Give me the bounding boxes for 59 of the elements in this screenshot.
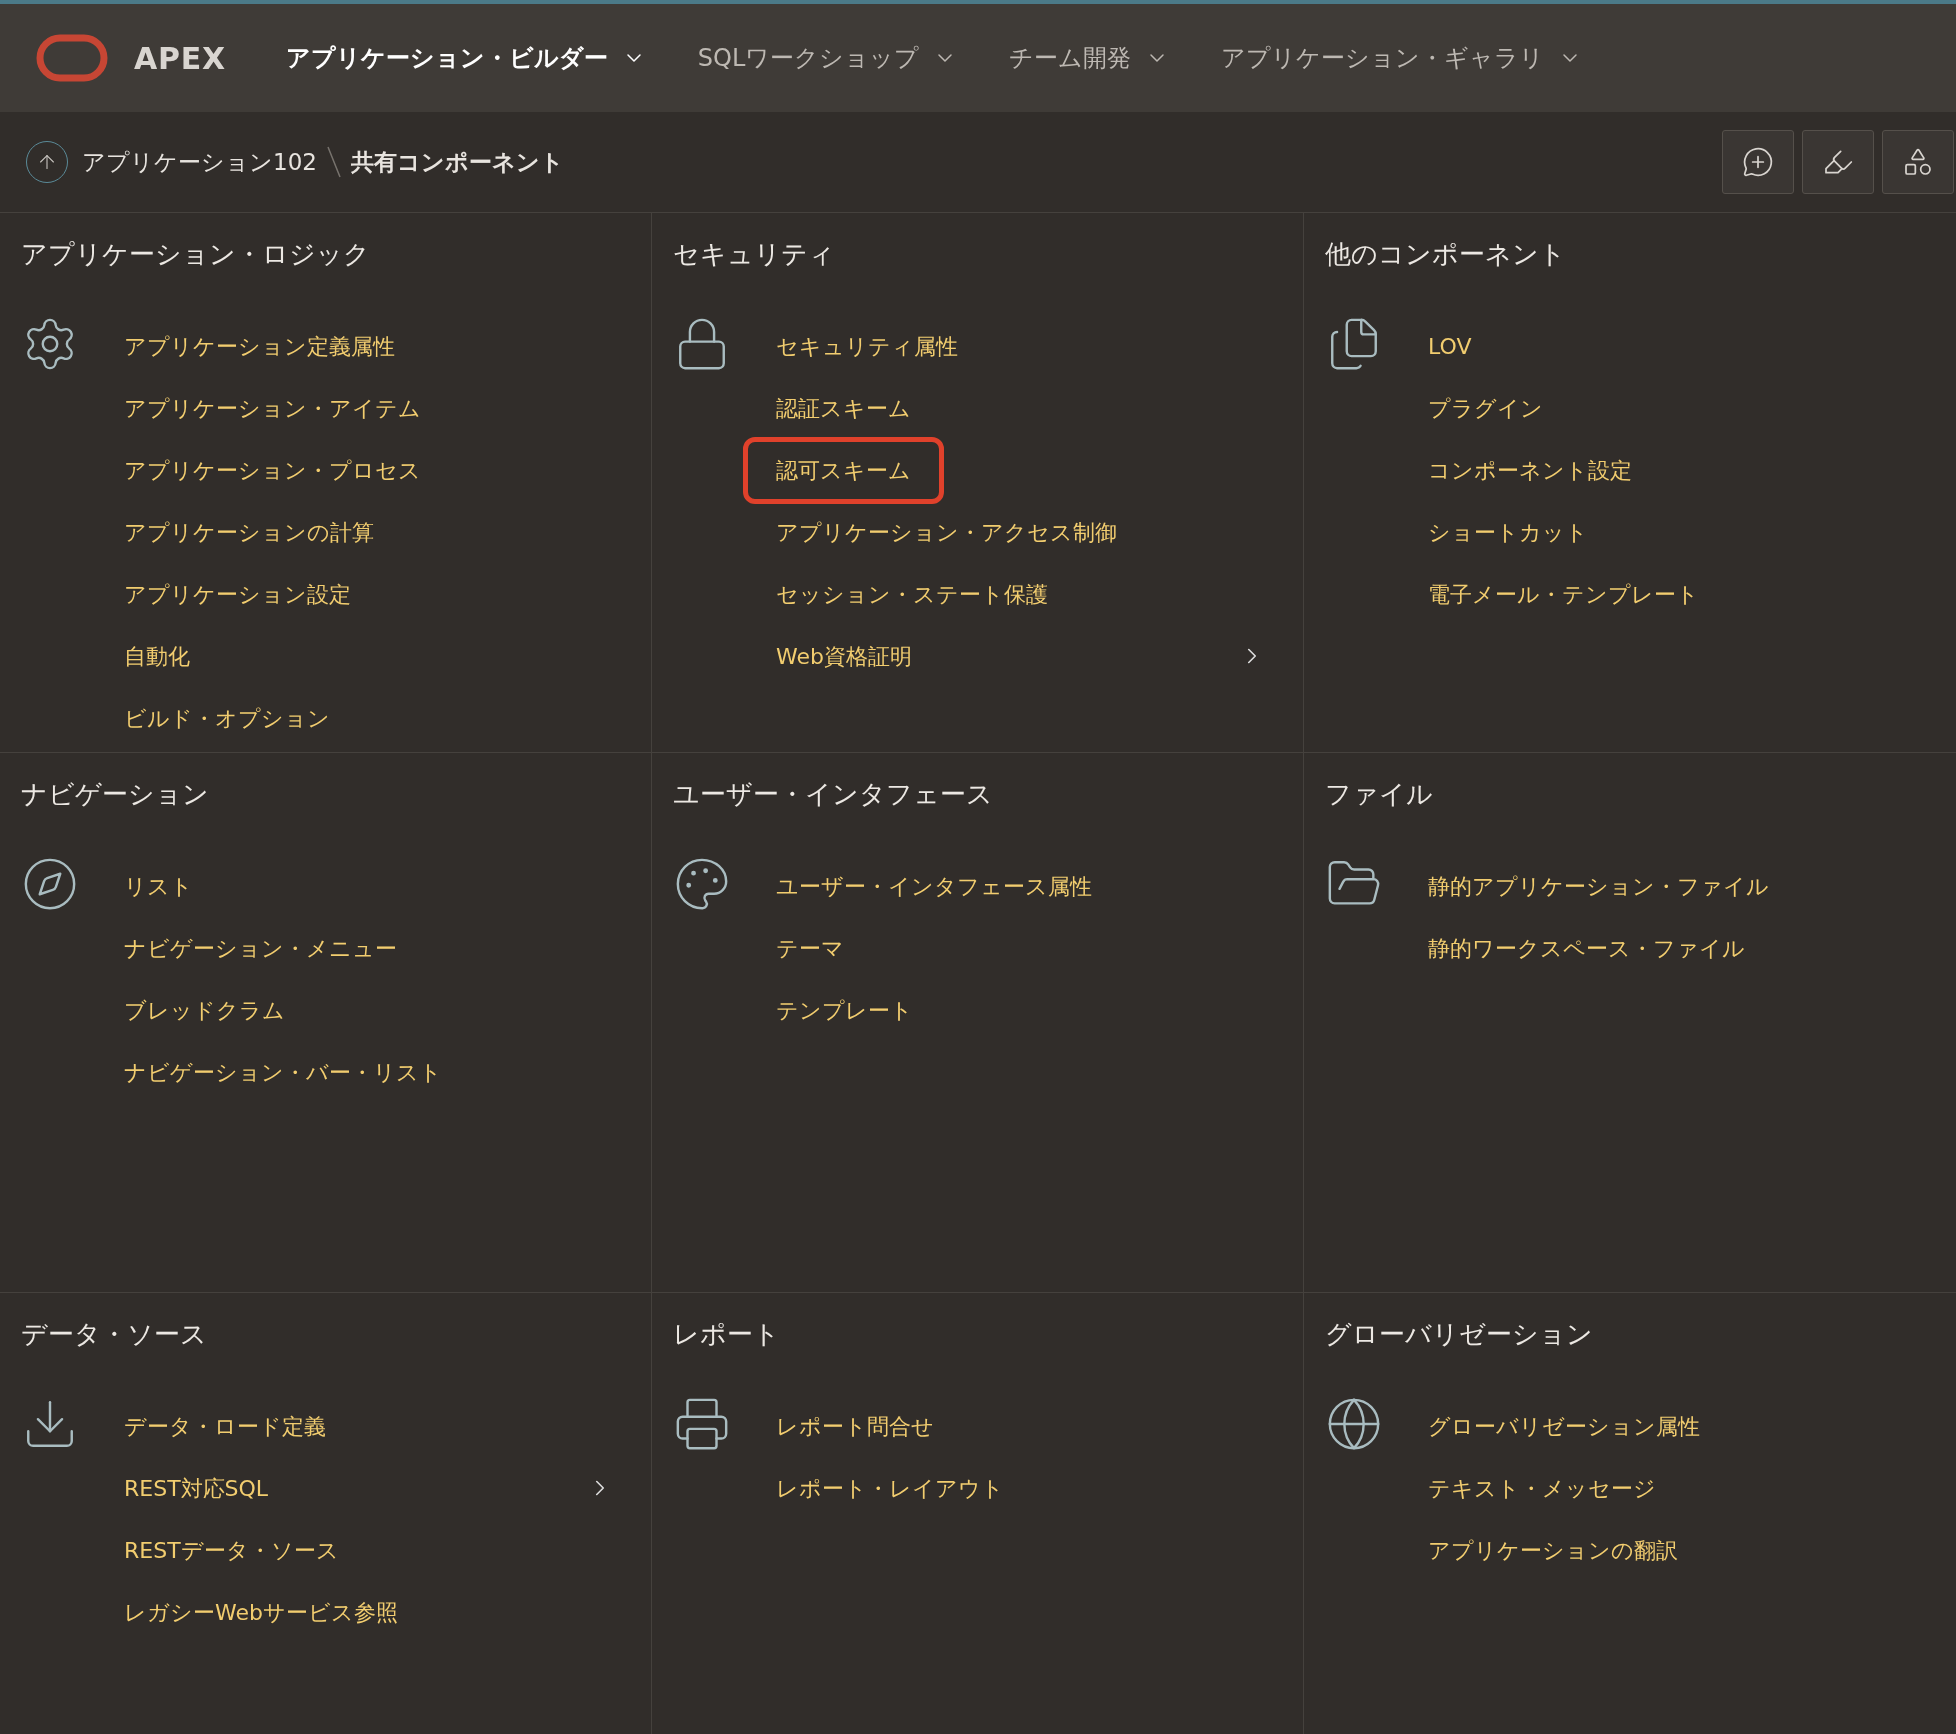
section-heading: アプリケーション・ロジック <box>21 238 371 271</box>
component-link[interactable]: Web資格証明 <box>776 639 912 673</box>
breadcrumb-separator-icon <box>324 144 343 180</box>
component-link[interactable]: コンポーネント設定 <box>1428 453 1632 487</box>
component-link[interactable]: データ・ロード定義 <box>124 1409 326 1443</box>
component-link[interactable]: ナビゲーション・バー・リスト <box>124 1055 442 1089</box>
component-link[interactable]: プラグイン <box>1428 391 1543 425</box>
component-link[interactable]: RESTデータ・ソース <box>124 1533 339 1567</box>
component-link[interactable]: LOV <box>1428 329 1472 363</box>
component-link[interactable]: テーマ <box>776 931 844 965</box>
component-link[interactable]: アプリケーションの翻訳 <box>1428 1533 1678 1567</box>
speech-bubble-plus-icon <box>1742 146 1774 178</box>
component-link[interactable]: アプリケーション・プロセス <box>124 453 421 487</box>
component-link[interactable]: 認証スキーム <box>776 391 911 425</box>
component-link[interactable]: ビルド・オプション <box>124 701 330 735</box>
page-title: 共有コンポーネント <box>350 147 564 177</box>
component-link[interactable]: テンプレート <box>776 993 913 1027</box>
nav-menu[interactable]: アプリケーション・ギャラリ <box>1221 40 1583 76</box>
component-link[interactable]: ブレッドクラム <box>124 993 285 1027</box>
component-link[interactable]: レガシーWebサービス参照 <box>124 1595 398 1629</box>
section-heading: 他のコンポーネント <box>1325 238 1567 271</box>
component-link[interactable]: レポート・レイアウト <box>776 1471 1004 1505</box>
component-link[interactable]: アプリケーション・アクセス制御 <box>776 515 1117 549</box>
toolbar-button[interactable] <box>1802 130 1874 194</box>
component-link[interactable]: セキュリティ属性 <box>776 329 958 363</box>
section-heading: データ・ソース <box>21 1318 208 1351</box>
component-link[interactable]: リスト <box>124 869 193 903</box>
component-link[interactable]: アプリケーション設定 <box>124 577 351 611</box>
logo-icon <box>36 34 108 82</box>
section-heading: ユーザー・インタフェース <box>673 778 994 811</box>
shapes-icon <box>1902 146 1934 178</box>
toolbar-button[interactable] <box>1882 130 1954 194</box>
section-heading: セキュリティ <box>673 238 836 271</box>
section-heading: グローバリゼーション <box>1325 1318 1594 1351</box>
component-link[interactable]: 静的アプリケーション・ファイル <box>1428 869 1769 903</box>
section-heading: ファイル <box>1325 778 1434 811</box>
component-link[interactable]: ナビゲーション・メニュー <box>124 931 397 965</box>
component-link[interactable]: ユーザー・インタフェース属性 <box>776 869 1092 903</box>
component-link[interactable]: 静的ワークスペース・ファイル <box>1428 931 1745 965</box>
component-link[interactable]: アプリケーションの計算 <box>124 515 374 549</box>
component-link[interactable]: グローバリゼーション属性 <box>1428 1409 1700 1443</box>
section-heading: レポート <box>673 1318 781 1351</box>
component-link[interactable]: アプリケーション・アイテム <box>124 391 421 425</box>
component-link[interactable]: REST対応SQL <box>124 1471 269 1505</box>
component-link[interactable]: テキスト・メッセージ <box>1428 1471 1656 1505</box>
brand-name: APEX <box>134 39 226 78</box>
nav-menu[interactable]: SQLワークショップ <box>697 40 958 76</box>
component-link[interactable]: セッション・ステート保護 <box>776 577 1048 611</box>
component-link[interactable]: 自動化 <box>124 639 190 673</box>
component-link[interactable]: ショートカット <box>1428 515 1588 549</box>
nav-menu[interactable]: チーム開発 <box>1009 40 1170 76</box>
component-link[interactable]: レポート問合せ <box>776 1409 934 1443</box>
component-link[interactable]: アプリケーション定義属性 <box>124 329 395 363</box>
breadcrumb-link[interactable]: アプリケーション102 <box>82 144 317 180</box>
component-link[interactable]: 電子メール・テンプレート <box>1428 577 1699 611</box>
component-link[interactable]: 認可スキーム <box>743 436 944 504</box>
section-heading: ナビゲーション <box>21 778 210 811</box>
toolbar-button[interactable] <box>1722 130 1794 194</box>
nav-menu[interactable]: アプリケーション・ビルダー <box>285 40 646 76</box>
